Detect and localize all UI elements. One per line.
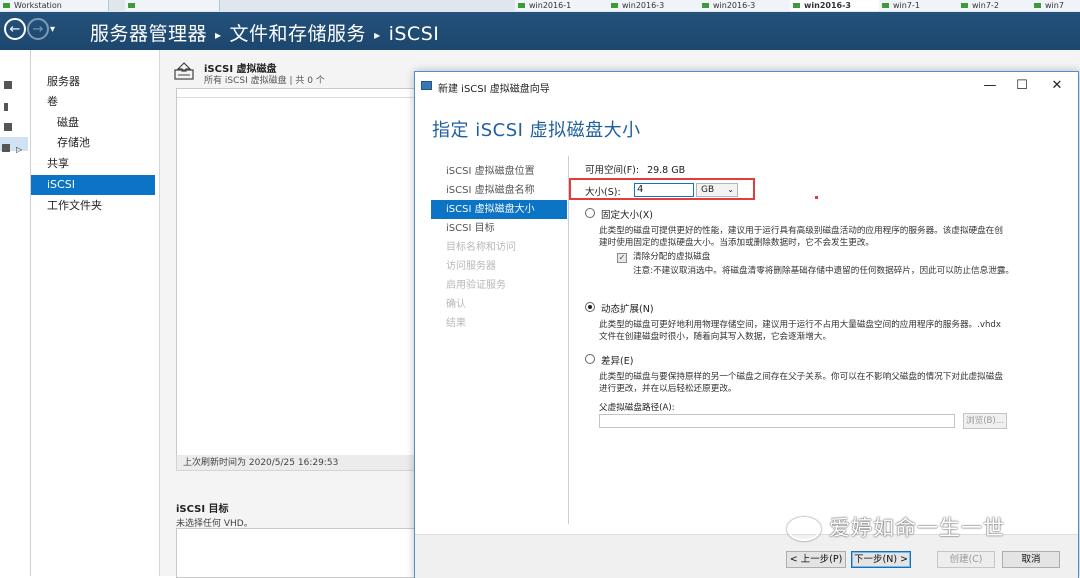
iscsi-target-header: iSCSI 目标 未选择任何 VHD。 xyxy=(176,500,253,529)
target-title: iSCSI 目标 xyxy=(176,504,229,515)
close-icon: ✕ xyxy=(1051,78,1063,93)
differencing-description: 此类型的磁盘与要保持原样的另一个磁盘之间存在父子关系。你可以在不影响父磁盘的情况… xyxy=(599,372,1003,394)
vdisk-subtitle: 所有 iSCSI 虚拟磁盘 | 共 0 个 xyxy=(204,76,325,86)
available-space: 可用空间(F): 29.8 GB xyxy=(585,162,685,176)
forward-button[interactable]: → xyxy=(27,18,49,40)
dynamic-description: 此类型的磁盘可更好地利用物理存储空间，建议用于运行不占用大量磁盘空间的应用程序的… xyxy=(599,320,1001,342)
vdisk-section-header: iSCSI 虚拟磁盘 所有 iSCSI 虚拟磁盘 | 共 0 个 xyxy=(174,58,414,88)
sidebar-item-iscsi[interactable]: iSCSI xyxy=(31,175,155,195)
watermark-text: 爱婷如命一生一世 xyxy=(829,516,1005,540)
taskbar-tab-0b[interactable] xyxy=(125,0,220,11)
sidebar-item-disks[interactable]: 磁盘 xyxy=(31,113,155,133)
parent-path-input[interactable] xyxy=(599,414,955,428)
local-server-icon[interactable] xyxy=(2,96,14,111)
chevron-down-icon: ⌄ xyxy=(727,185,734,194)
size-highlight-box: 大小(S): 4 GB ⌄ xyxy=(569,178,755,200)
taskbar-tab-0[interactable]: Workstation xyxy=(0,0,109,11)
red-marker xyxy=(815,196,818,199)
step-target-name-access: 目标名称和访问 xyxy=(446,242,516,253)
sidebar-item-servers[interactable]: 服务器 xyxy=(31,72,155,92)
cancel-button[interactable]: 取消 xyxy=(1002,551,1060,568)
next-button[interactable]: 下一步(N) > xyxy=(851,551,911,568)
size-label: 大小(S): xyxy=(585,187,621,198)
arrow-right-icon: → xyxy=(32,21,44,37)
chevron-right-icon: ▸ xyxy=(215,27,222,42)
size-unit-value: GB xyxy=(701,185,715,195)
size-input[interactable]: 4 xyxy=(634,183,694,197)
arrow-left-icon: ← xyxy=(9,21,21,37)
taskbar-tab-4[interactable]: win2016-3 xyxy=(790,0,893,11)
wizard-heading: 指定 iSCSI 虚拟磁盘大小 xyxy=(432,120,641,141)
maximize-icon: ☐ xyxy=(1016,78,1028,93)
step-enable-auth: 启用验证服务 xyxy=(446,280,506,291)
taskbar-tab-7[interactable]: win7 xyxy=(1031,0,1080,11)
close-button[interactable]: ✕ xyxy=(1044,76,1070,96)
clear-vdisk-note: 注意:不建议取消选中。将磁盘清零将删除基础存储中遗留的任何数据碎片，因此可以防止… xyxy=(633,266,1015,276)
fixed-size-description: 此类型的磁盘可提供更好的性能，建议用于运行具有高级别磁盘活动的应用程序的服务器。… xyxy=(599,226,1003,248)
back-button[interactable]: ← xyxy=(4,18,26,40)
fixed-size-radio[interactable] xyxy=(585,208,595,218)
taskbar-tab-1[interactable]: win2016-1 xyxy=(515,0,622,11)
wizard-content: 可用空间(F): 29.8 GB 大小(S): 4 GB ⌄ 固定大小(X) 此类型… xyxy=(569,156,1063,526)
server-manager-header: ← → ▾ 服务器管理器 ▸ 文件和存储服务 ▸ iSCSI xyxy=(0,12,1080,50)
differencing-radio[interactable] xyxy=(585,354,595,364)
watermark: 爱婷如命一生一世 xyxy=(787,512,1005,542)
sidebar-item-storage-pools[interactable]: 存储池 xyxy=(31,133,155,153)
wechat-icon xyxy=(787,517,821,541)
sidebar: 服务器 卷 磁盘 存储池 共享 iSCSI 工作文件夹 xyxy=(31,50,160,576)
step-results: 结果 xyxy=(446,318,466,329)
step-vdisk-name[interactable]: iSCSI 虚拟磁盘名称 xyxy=(431,181,567,200)
step-confirm: 确认 xyxy=(446,299,466,310)
browse-button[interactable]: 浏览(B)... xyxy=(963,413,1007,429)
all-servers-icon[interactable] xyxy=(2,116,14,131)
size-unit-select[interactable]: GB ⌄ xyxy=(696,183,738,197)
differencing-label: 差异(E) xyxy=(601,356,634,367)
wizard-steps: iSCSI 虚拟磁盘位置 iSCSI 虚拟磁盘名称 iSCSI 虚拟磁盘大小 i… xyxy=(431,162,567,333)
dynamic-radio[interactable] xyxy=(585,302,595,312)
step-access-servers: 访问服务器 xyxy=(446,261,496,272)
taskbar-tab-3[interactable]: win2016-3 xyxy=(699,0,804,11)
taskbar-tab-2[interactable]: win2016-3 xyxy=(608,0,713,11)
sidebar-item-work-folders[interactable]: 工作文件夹 xyxy=(31,196,155,216)
fixed-size-label: 固定大小(X) xyxy=(601,210,653,221)
dynamic-label: 动态扩展(N) xyxy=(601,304,654,315)
parent-path-label: 父虚拟磁盘路径(A): xyxy=(599,403,675,413)
virtual-disk-icon xyxy=(174,62,194,80)
breadcrumb-iscsi[interactable]: iSCSI xyxy=(389,23,440,45)
history-dropdown-icon[interactable]: ▾ xyxy=(50,24,55,35)
wizard-app-icon xyxy=(421,81,432,90)
minimize-icon: — xyxy=(983,78,997,93)
available-space-value: 29.8 GB xyxy=(647,165,686,176)
chevron-right-icon: ▸ xyxy=(374,27,381,42)
dashboard-icon[interactable] xyxy=(2,74,14,89)
create-button: 创建(C) xyxy=(937,551,995,568)
nav-icon-column: ▷ xyxy=(0,50,31,576)
breadcrumb-file-storage[interactable]: 文件和存储服务 xyxy=(230,23,367,45)
wizard-titlebar[interactable]: 新建 iSCSI 虚拟磁盘向导 — ☐ ✕ xyxy=(415,72,1078,100)
step-vdisk-location[interactable]: iSCSI 虚拟磁盘位置 xyxy=(431,162,567,181)
sidebar-item-shares[interactable]: 共享 xyxy=(31,154,155,174)
new-vdisk-wizard: 新建 iSCSI 虚拟磁盘向导 — ☐ ✕ 指定 iSCSI 虚拟磁盘大小 iS… xyxy=(414,71,1079,578)
wizard-window-title: 新建 iSCSI 虚拟磁盘向导 xyxy=(438,84,550,95)
file-storage-icon[interactable]: ▷ xyxy=(0,137,28,154)
step-vdisk-size[interactable]: iSCSI 虚拟磁盘大小 xyxy=(431,200,567,219)
maximize-button[interactable]: ☐ xyxy=(1009,76,1035,96)
breadcrumb: 服务器管理器 ▸ 文件和存储服务 ▸ iSCSI xyxy=(90,19,439,46)
step-iscsi-target[interactable]: iSCSI 目标 xyxy=(431,219,567,238)
minimize-button[interactable]: — xyxy=(977,76,1003,96)
breadcrumb-server-manager[interactable]: 服务器管理器 xyxy=(90,23,207,45)
previous-button[interactable]: < 上一步(P) xyxy=(786,551,846,568)
sidebar-item-volumes[interactable]: 卷 xyxy=(31,92,155,112)
steps-divider xyxy=(568,156,569,524)
clear-vdisk-checkbox[interactable]: ✓ xyxy=(617,253,627,263)
clear-vdisk-label: 清除分配的虚拟磁盘 xyxy=(633,252,711,262)
available-space-label: 可用空间(F): xyxy=(585,165,640,176)
